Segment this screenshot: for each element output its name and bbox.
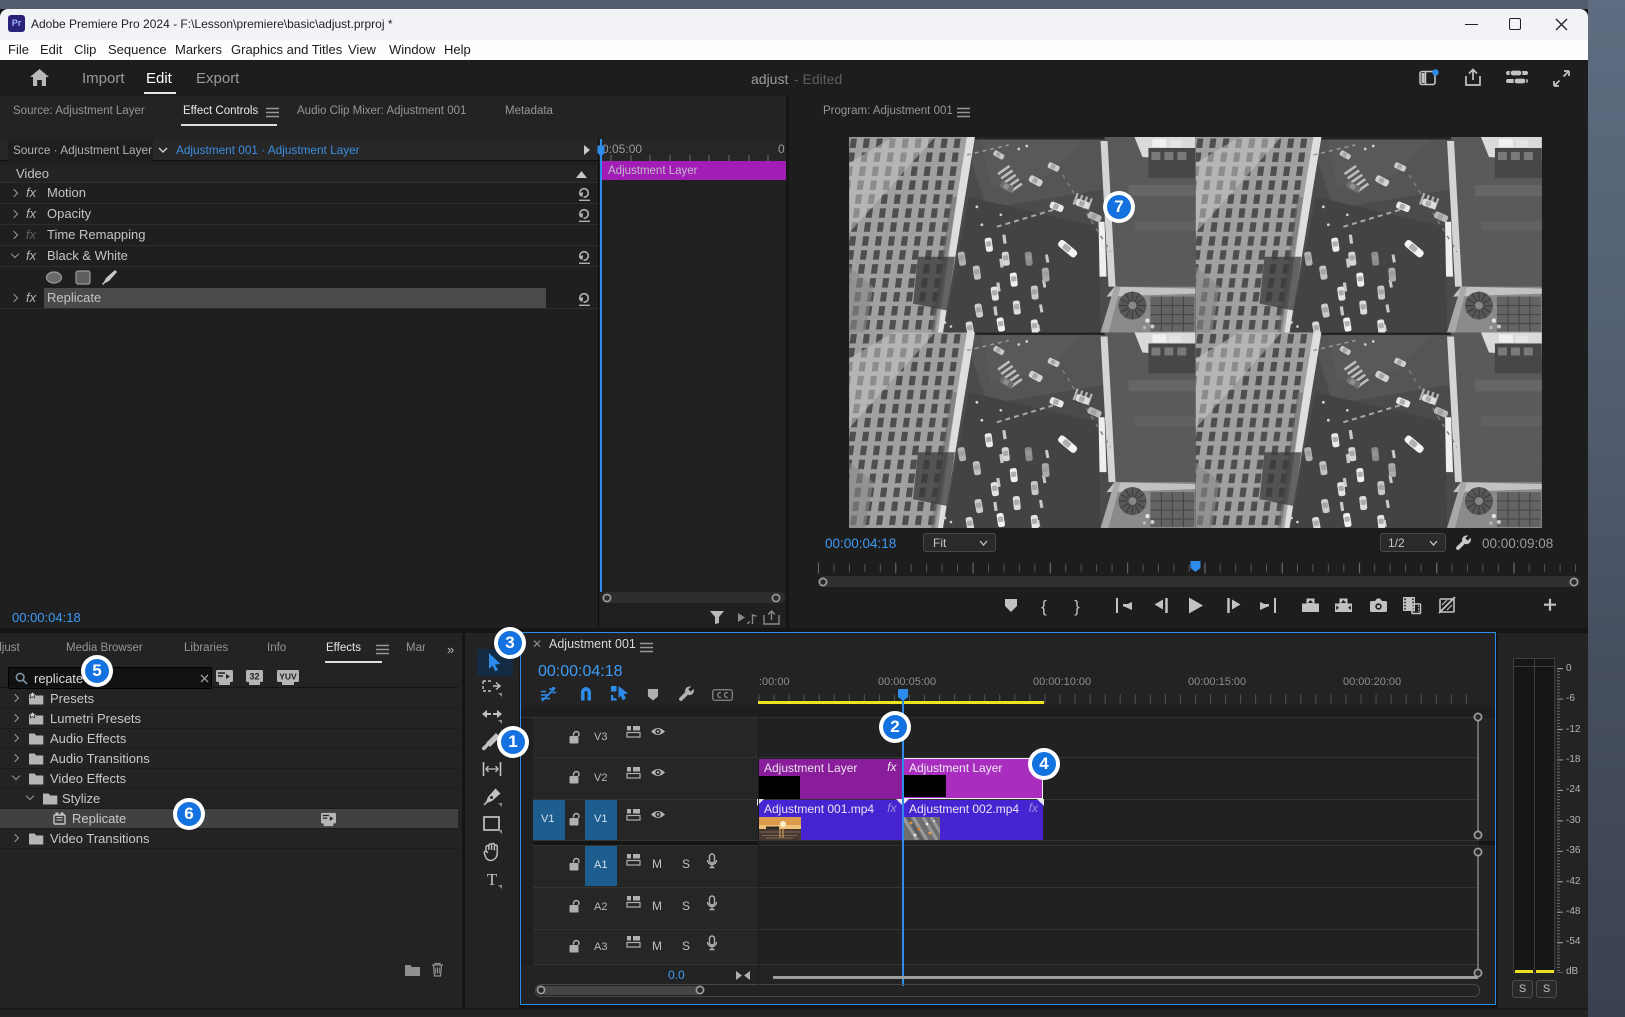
svg-text:YUV: YUV <box>279 672 297 682</box>
svg-text:32: 32 <box>249 672 259 682</box>
svg-text:}: } <box>1074 597 1080 616</box>
svg-text:{: { <box>1041 597 1047 616</box>
svg-text:T: T <box>487 870 498 889</box>
